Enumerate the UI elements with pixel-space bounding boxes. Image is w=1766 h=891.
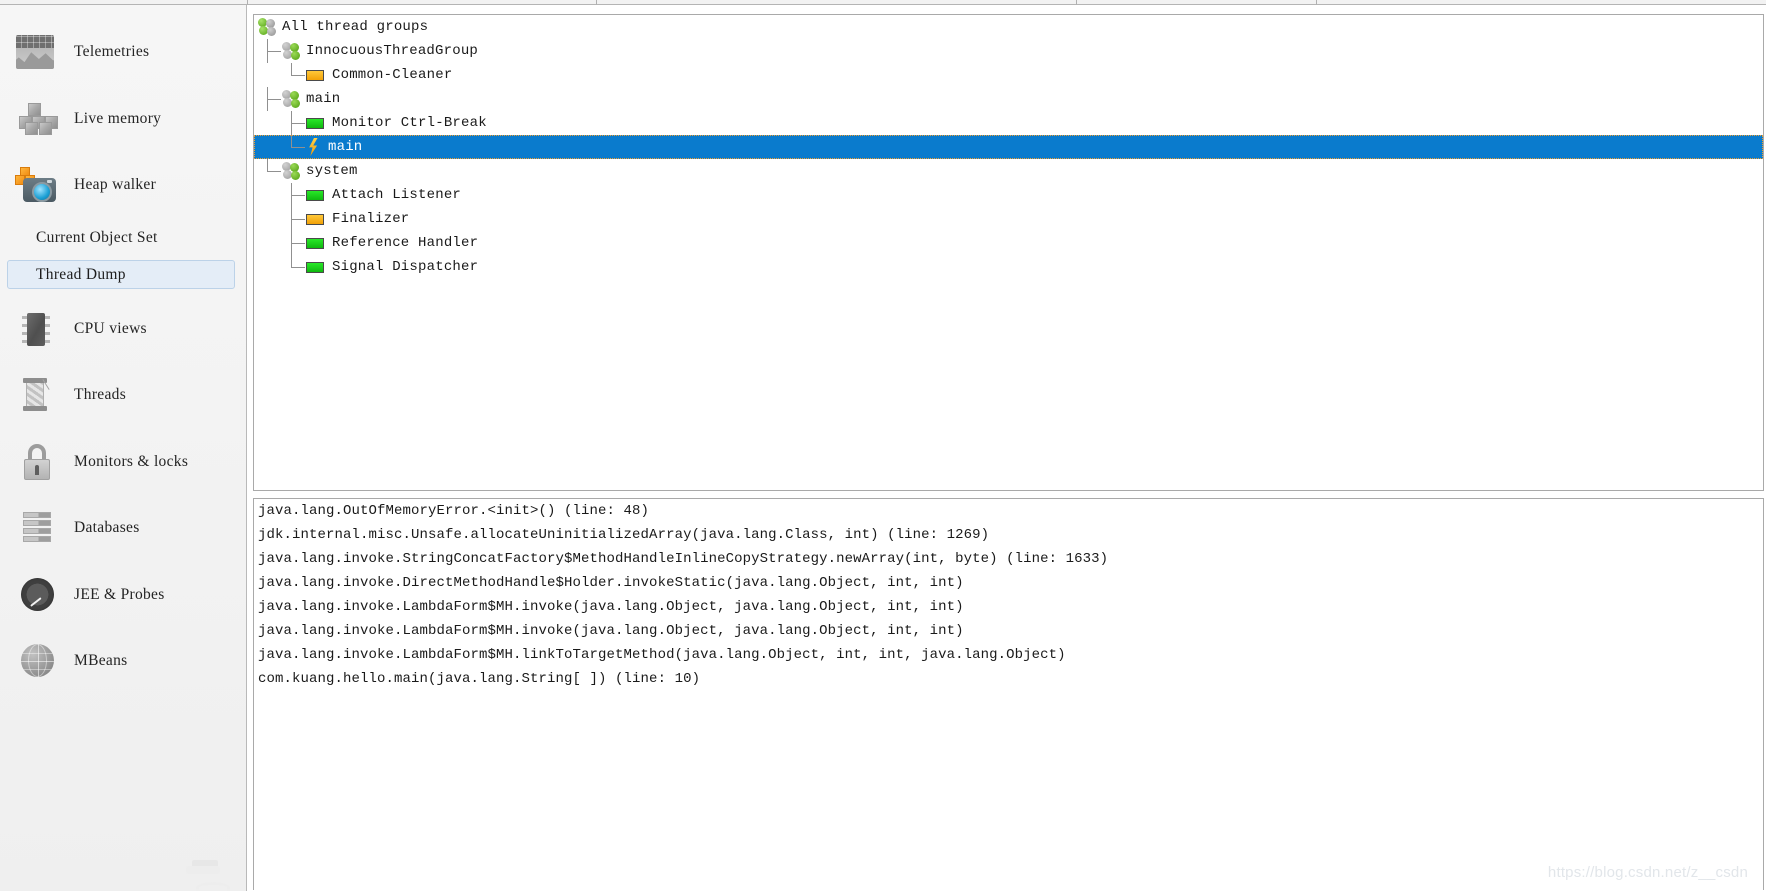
tree-row-label: InnocuousThreadGroup (306, 43, 479, 59)
tree-row[interactable]: Reference Handler (254, 231, 1763, 255)
thread-state-chip (306, 213, 324, 225)
stack-trace-text: java.lang.invoke.DirectMethodHandle$Hold… (258, 575, 964, 591)
sidebar-item-label: Live memory (74, 110, 162, 127)
thread-state-chip (306, 69, 324, 81)
tree-row[interactable]: system (254, 159, 1763, 183)
tree-row-label: system (306, 163, 358, 179)
tree-row[interactable]: Attach Listener (254, 183, 1763, 207)
tree-row-label: Reference Handler (332, 235, 479, 251)
tree-row[interactable]: Common-Cleaner (254, 63, 1763, 87)
sidebar-item-jee-probes[interactable]: JEE & Probes (0, 570, 246, 620)
thread-state-chip (306, 237, 324, 249)
tree-row-label: main (328, 139, 363, 155)
thread-state-chip (306, 261, 324, 273)
globe-icon (14, 641, 58, 681)
sidebar-item-threads[interactable]: Threads (0, 370, 246, 420)
stack-trace-text: com.kuang.hello.main(java.lang.String[ ]… (258, 671, 701, 687)
stack-trace-text: java.lang.invoke.LambdaForm$MH.invoke(ja… (258, 599, 964, 615)
tree-row[interactable]: InnocuousThreadGroup (254, 39, 1763, 63)
stack-trace-text: java.lang.invoke.LambdaForm$MH.invoke(ja… (258, 623, 964, 639)
tree-row[interactable]: All thread groups (254, 15, 1763, 39)
stack-trace-row[interactable]: java.lang.invoke.LambdaForm$MH.invoke(ja… (254, 619, 1763, 643)
thread-group-tree-panel[interactable]: All thread groups InnocuousThreadGroup Com… (253, 14, 1764, 491)
sidebar-item-label: CPU views (74, 320, 147, 337)
sidebar-item-label: MBeans (74, 652, 128, 669)
stack-trace-row[interactable]: java.lang.invoke.LambdaForm$MH.linkToTar… (254, 643, 1763, 667)
sidebar-section-current-object-set: Current Object Set (0, 223, 246, 253)
telemetries-chart-icon (14, 32, 58, 72)
tree-row-label: Monitor Ctrl-Break (332, 115, 487, 131)
sidebar-item-heap-walker[interactable]: Heap walker (0, 160, 246, 210)
sidebar-item-label: JEE & Probes (74, 586, 165, 603)
thread-group-icon (282, 42, 300, 60)
sidebar-item-label: Databases (74, 519, 140, 536)
database-stack-icon (14, 508, 58, 548)
stack-trace-text: java.lang.invoke.LambdaForm$MH.linkToTar… (258, 647, 1066, 663)
stack-trace-panel[interactable]: java.lang.OutOfMemoryError.<init>() (lin… (253, 498, 1764, 890)
sidebar-item-label: Threads (74, 386, 127, 403)
thread-group-icon (282, 90, 300, 108)
sidebar-item-label: Heap walker (74, 176, 157, 193)
sidebar-item-cpu-views[interactable]: CPU views (0, 304, 246, 354)
gauge-icon (14, 575, 58, 615)
tree-row-label: Finalizer (332, 211, 410, 227)
tree-row-label: Common-Cleaner (332, 67, 453, 83)
stack-trace-row[interactable]: java.lang.invoke.DirectMethodHandle$Hold… (254, 571, 1763, 595)
sidebar-item-label: Telemetries (74, 43, 150, 60)
tree-row-label: Attach Listener (332, 187, 462, 203)
sidebar-item-monitors-locks[interactable]: Monitors & locks (0, 437, 246, 487)
stack-trace-row[interactable]: java.lang.invoke.LambdaForm$MH.invoke(ja… (254, 595, 1763, 619)
sidebar-item-live-memory[interactable]: Live memory (0, 94, 246, 144)
sidebar-item-thread-dump[interactable]: Thread Dump (7, 260, 235, 289)
sidebar-item-mbeans[interactable]: MBeans (0, 636, 246, 686)
jprofiler-window: Telemetries Live memory Heap walker Curr… (0, 0, 1766, 891)
sidebar: Telemetries Live memory Heap walker Curr… (0, 5, 247, 891)
thread-state-chip (306, 189, 324, 201)
watermark: https://blog.csdn.net/z__csdn (1547, 864, 1748, 881)
tree-row-label: All thread groups (282, 19, 429, 35)
content-area: All thread groups InnocuousThreadGroup Com… (248, 5, 1766, 891)
sidebar-section-label: Current Object Set (36, 229, 158, 246)
thread-group-icon (282, 162, 300, 180)
tree-row-selected[interactable]: main (254, 135, 1763, 159)
stack-trace-text: jdk.internal.misc.Unsafe.allocateUniniti… (258, 527, 990, 543)
partial-sofa-icon (186, 860, 244, 891)
sidebar-item-databases[interactable]: Databases (0, 503, 246, 553)
tree-row-label: Signal Dispatcher (332, 259, 479, 275)
sidebar-item-label: Monitors & locks (74, 453, 189, 470)
stack-trace-row[interactable]: java.lang.OutOfMemoryError.<init>() (lin… (254, 499, 1763, 523)
tree-row[interactable]: main (254, 87, 1763, 111)
tree-row[interactable]: Monitor Ctrl-Break (254, 111, 1763, 135)
thread-group-icon (258, 18, 276, 36)
stack-trace-row[interactable]: jdk.internal.misc.Unsafe.allocateUniniti… (254, 523, 1763, 547)
heap-walker-camera-icon (14, 165, 58, 205)
stack-trace-row[interactable]: java.lang.invoke.StringConcatFactory$Met… (254, 547, 1763, 571)
padlock-icon (14, 442, 58, 482)
sidebar-item-telemetries[interactable]: Telemetries (0, 27, 246, 77)
stack-trace-text: java.lang.invoke.StringConcatFactory$Met… (258, 551, 1109, 567)
thread-spool-icon (14, 375, 58, 415)
tree-row[interactable]: Finalizer (254, 207, 1763, 231)
tree-row[interactable]: Signal Dispatcher (254, 255, 1763, 279)
tree-row-label: main (306, 91, 341, 107)
stack-trace-row[interactable]: com.kuang.hello.main(java.lang.String[ ]… (254, 667, 1763, 691)
sidebar-item-label: Thread Dump (36, 265, 126, 283)
live-memory-cubes-icon (14, 99, 58, 139)
stack-trace-text: java.lang.OutOfMemoryError.<init>() (lin… (258, 503, 650, 519)
cpu-chip-icon (14, 309, 58, 349)
running-bolt-icon (306, 138, 320, 156)
thread-state-chip (306, 117, 324, 129)
